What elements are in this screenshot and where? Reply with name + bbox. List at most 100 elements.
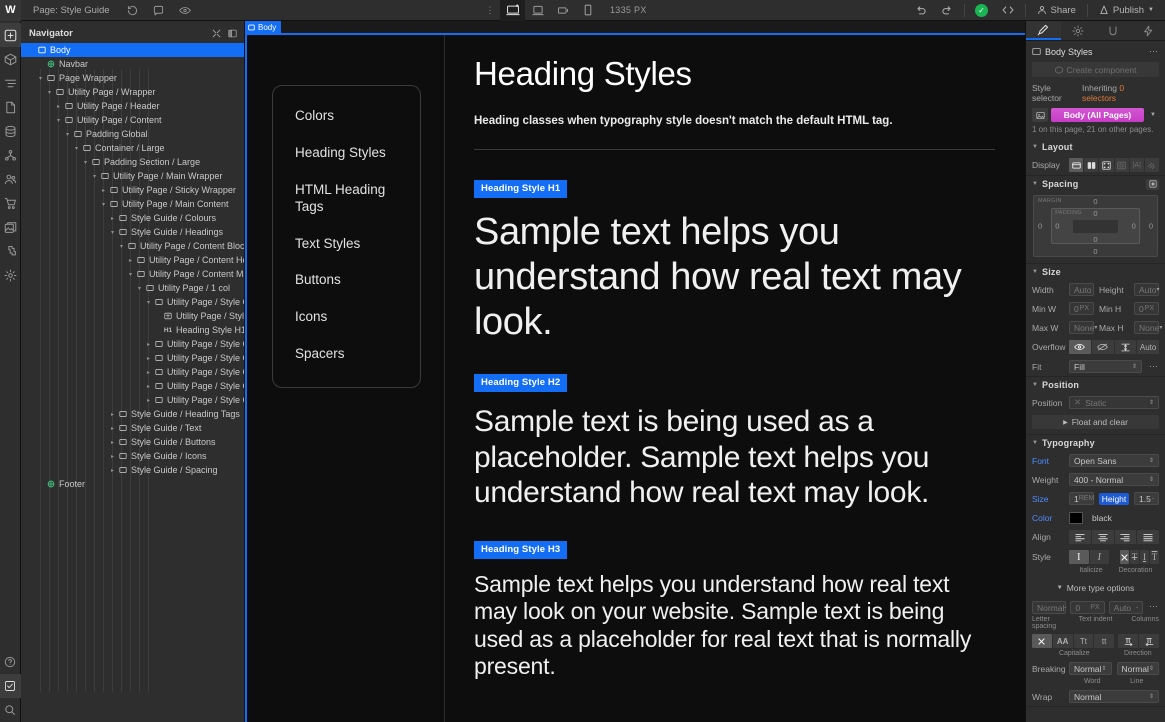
navigator-row[interactable]: ▸Utility Page / Header [21, 99, 244, 113]
chevron-right-icon[interactable]: ▸ [144, 369, 153, 376]
maxw-input[interactable]: None▾ [1069, 321, 1094, 334]
chevron-down-icon[interactable]: ▾ [117, 243, 126, 250]
chevron-down-icon[interactable]: ▾ [45, 89, 54, 96]
style-guide-nav-link[interactable]: Text Styles [295, 236, 398, 253]
breaking-word-select[interactable]: Normal⇕ [1069, 662, 1112, 675]
inline-block-display-icon[interactable] [1115, 158, 1129, 172]
padding-right-value[interactable]: 0 [1132, 222, 1136, 231]
color-label[interactable]: Color [1032, 513, 1064, 523]
align-left-icon[interactable] [1069, 530, 1091, 544]
ecommerce-icon[interactable] [0, 191, 21, 215]
chevron-right-icon[interactable]: ▸ [126, 257, 135, 264]
navigator-row[interactable]: ▾Padding Global [21, 127, 244, 141]
overflow-segmented-control[interactable]: Auto [1069, 340, 1159, 354]
navigator-row[interactable]: ▾Utility Page / 1 col [21, 281, 244, 295]
navigator-row[interactable]: ▸Style Guide / Icons [21, 449, 244, 463]
navigator-row[interactable]: ▾Utility Page / Content [21, 113, 244, 127]
overflow-auto-option[interactable]: Auto [1137, 340, 1159, 354]
collapse-all-icon[interactable] [212, 29, 221, 38]
history-icon[interactable] [120, 0, 146, 21]
webflow-logo-button[interactable]: W [0, 0, 21, 21]
effects-tab[interactable] [1130, 21, 1165, 40]
class-indicator-icon[interactable] [1032, 108, 1048, 122]
capitalize-icon[interactable]: Tt [1074, 634, 1094, 648]
height-input[interactable]: Auto▾ [1134, 283, 1159, 296]
chevron-right-icon[interactable]: ▸ [54, 103, 63, 110]
visible-eye-icon[interactable] [1069, 340, 1091, 354]
assets-icon[interactable] [0, 215, 21, 239]
navigator-row[interactable]: ▸Utility Page / Style Guide Item [21, 337, 244, 351]
chevron-down-icon[interactable]: ▾ [72, 145, 81, 152]
page-canvas[interactable]: ColorsHeading StylesHTML Heading TagsTex… [245, 33, 1025, 722]
search-icon[interactable] [0, 698, 21, 722]
navigator-row[interactable]: Body [21, 43, 244, 57]
navigator-row[interactable]: ▾Utility Page / Main Wrapper [21, 169, 244, 183]
typography-more-icon[interactable]: ⋯ [1147, 601, 1159, 614]
text-indent-input[interactable]: 0PX [1070, 601, 1104, 614]
navigator-row[interactable]: ▸Utility Page / Style Guide Item [21, 351, 244, 365]
add-element-icon[interactable] [0, 23, 21, 47]
align-center-icon[interactable] [1092, 530, 1114, 544]
margin-bottom-value[interactable]: 0 [1093, 247, 1097, 256]
help-icon[interactable] [0, 650, 21, 674]
mobile-portrait-breakpoint[interactable] [575, 0, 600, 21]
style-guide-nav-link[interactable]: HTML Heading Tags [295, 182, 398, 216]
chevron-right-icon[interactable]: ▸ [108, 425, 117, 432]
redo-icon[interactable] [934, 0, 960, 21]
chevron-down-icon[interactable]: ▼ [1148, 7, 1154, 13]
spacing-section-title[interactable]: ▼ Spacing [1026, 176, 1165, 192]
chevron-down-icon[interactable]: ▾ [144, 299, 153, 306]
chevron-right-icon[interactable]: ▸ [144, 383, 153, 390]
tablet-breakpoint[interactable] [525, 0, 550, 21]
font-size-input[interactable]: 1REM [1069, 492, 1094, 505]
mobile-landscape-breakpoint[interactable] [550, 0, 575, 21]
font-size-label[interactable]: Size [1032, 494, 1064, 504]
line-height-input[interactable]: 1.5- [1134, 492, 1159, 505]
navigator-row[interactable]: ▸Style Guide / Spacing [21, 463, 244, 477]
font-label[interactable]: Font [1032, 456, 1064, 466]
navigator-row[interactable]: ▸Style Guide / Text [21, 421, 244, 435]
margin-right-value[interactable]: 0 [1149, 222, 1153, 231]
float-and-clear-toggle[interactable]: ▶ Float and clear [1032, 415, 1159, 429]
minh-input[interactable]: 0PX [1134, 302, 1159, 315]
chevron-down-icon[interactable]: ▾ [36, 75, 45, 82]
apps-icon[interactable] [0, 239, 21, 263]
maxh-input[interactable]: None▾ [1134, 321, 1159, 334]
style-guide-nav-link[interactable]: Colors [295, 108, 398, 125]
grid-display-icon[interactable] [1099, 158, 1113, 172]
navigator-row[interactable]: ▸Style Guide / Buttons [21, 435, 244, 449]
layout-section-title[interactable]: ▼ Layout [1026, 139, 1165, 155]
navigator-row[interactable]: Footer [21, 477, 244, 491]
navigator-row[interactable]: ▾Utility Page / Content Main [21, 267, 244, 281]
display-segmented-control[interactable]: |A| [1069, 158, 1159, 172]
create-component-button[interactable]: Create component [1032, 62, 1159, 77]
align-justify-icon[interactable] [1137, 530, 1159, 544]
spacing-widget[interactable]: MARGIN 0 0 0 0 PADDING 0 0 0 0 [1026, 192, 1165, 263]
navigator-row[interactable]: Navbar [21, 57, 244, 71]
settings-icon[interactable] [0, 263, 21, 287]
style-guide-nav-link[interactable]: Spacers [295, 346, 398, 363]
share-button[interactable]: Share [1030, 0, 1083, 21]
users-icon[interactable] [0, 167, 21, 191]
columns-input[interactable]: Auto- [1109, 601, 1143, 614]
position-section-title[interactable]: ▼ Position [1026, 377, 1165, 393]
chevron-right-icon[interactable]: ▸ [144, 397, 153, 404]
all-caps-icon[interactable]: AA [1053, 634, 1073, 648]
cms-icon[interactable] [0, 119, 21, 143]
class-dropdown-icon[interactable]: ▼ [1147, 112, 1159, 118]
chevron-right-icon[interactable]: ▸ [144, 355, 153, 362]
style-more-icon[interactable]: ⋯ [1147, 46, 1159, 57]
italic-segmented-control[interactable]: I I [1069, 550, 1109, 564]
chevron-down-icon[interactable]: ▾ [54, 117, 63, 124]
interactions-tab[interactable] [1096, 21, 1131, 40]
spacing-link-icon[interactable] [1146, 179, 1159, 190]
ltr-icon[interactable] [1118, 634, 1138, 648]
underline-icon[interactable]: I [1140, 550, 1149, 564]
selected-class-chip[interactable]: Body (All Pages) [1051, 108, 1144, 122]
capitalize-segmented-control[interactable]: AA Tt tt [1032, 634, 1114, 648]
desktop-breakpoint[interactable] [500, 0, 525, 21]
inline-display-icon[interactable]: |A| [1130, 158, 1144, 172]
audit-icon[interactable] [0, 674, 21, 698]
navigator-row[interactable]: H1Heading Style H1 [21, 323, 244, 337]
margin-left-value[interactable]: 0 [1038, 222, 1042, 231]
